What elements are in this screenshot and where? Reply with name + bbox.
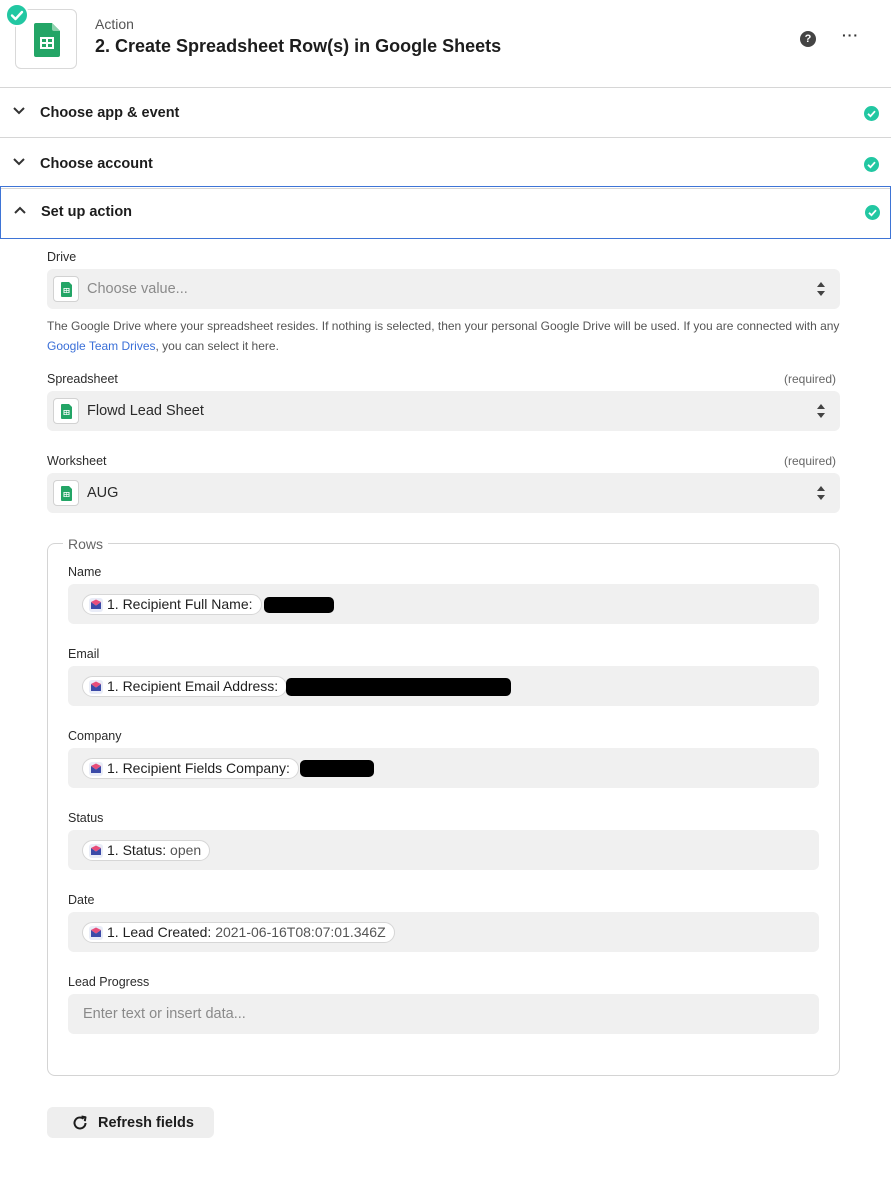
google-sheets-icon	[53, 398, 79, 424]
google-sheets-icon	[53, 480, 79, 506]
worksheet-select[interactable]: AUG	[47, 473, 840, 513]
google-sheets-icon	[34, 23, 60, 57]
worksheet-label: Worksheet	[47, 454, 107, 468]
section-set-up-action[interactable]: Set up action	[0, 186, 891, 239]
spreadsheet-select[interactable]: Flowd Lead Sheet	[47, 391, 840, 431]
lead-progress-placeholder: Enter text or insert data...	[83, 1006, 246, 1022]
drive-select[interactable]: Choose value...	[47, 269, 840, 309]
data-token-pill[interactable]: 1. Recipient Full Name:	[82, 594, 262, 615]
spreadsheet-required: (required)	[784, 372, 837, 386]
token-key: 1. Recipient Fields Company:	[107, 760, 290, 776]
refresh-fields-label: Refresh fields	[98, 1115, 194, 1131]
email-label: Email	[68, 647, 100, 661]
name-label: Name	[68, 565, 102, 579]
select-arrows-icon	[817, 486, 825, 500]
select-arrows-icon	[817, 282, 825, 296]
refresh-icon	[73, 1115, 87, 1130]
chevron-down-icon	[13, 158, 25, 166]
step-kicker: Action	[95, 16, 134, 32]
worksheet-required: (required)	[784, 454, 837, 468]
name-input[interactable]: 1. Recipient Full Name:	[68, 584, 819, 624]
check-circle-icon	[865, 205, 880, 220]
data-token-pill[interactable]: 1. Lead Created: 2021-06-16T08:07:01.346…	[82, 922, 395, 943]
chevron-down-icon	[13, 107, 25, 115]
check-circle-icon	[864, 106, 879, 121]
redaction-mark	[300, 760, 374, 777]
email-input[interactable]: 1. Recipient Email Address:	[68, 666, 819, 706]
section-label: Choose account	[40, 156, 153, 172]
step-title: 2. Create Spreadsheet Row(s) in Google S…	[95, 36, 502, 56]
spreadsheet-label: Spreadsheet	[47, 372, 118, 386]
date-label: Date	[68, 893, 95, 907]
google-sheets-icon	[53, 276, 79, 302]
more-horizontal-icon[interactable]: ···	[842, 27, 859, 43]
date-input[interactable]: 1. Lead Created: 2021-06-16T08:07:01.346…	[68, 912, 819, 952]
step-complete-check-icon	[5, 3, 29, 27]
token-value: 2021-06-16T08:07:01.346Z	[215, 924, 386, 940]
question-icon[interactable]: ?	[800, 31, 816, 47]
section-label: Set up action	[41, 204, 133, 220]
drive-helper-suffix: , you can select it here.	[155, 339, 279, 353]
refresh-fields-button[interactable]: Refresh fields	[47, 1107, 214, 1138]
drive-helper-text: The Google Drive where your spreadsheet …	[47, 316, 847, 356]
lead-progress-input[interactable]: Enter text or insert data...	[68, 994, 819, 1034]
section-choose-app-event[interactable]: Choose app & event	[0, 88, 891, 138]
lead-progress-label: Lead Progress	[68, 975, 150, 989]
step-header: Action 2. Create Spreadsheet Row(s) in G…	[0, 0, 891, 88]
lemlist-app-icon	[89, 762, 103, 776]
redaction-mark	[286, 678, 511, 696]
lemlist-app-icon	[89, 844, 103, 858]
redaction-mark	[264, 597, 334, 613]
company-label: Company	[68, 729, 122, 743]
status-input[interactable]: 1. Status: open	[68, 830, 819, 870]
select-arrows-icon	[817, 404, 825, 418]
token-key: 1. Recipient Email Address:	[107, 678, 279, 694]
drive-label: Drive	[47, 250, 77, 264]
data-token-pill[interactable]: 1. Recipient Fields Company:	[82, 758, 299, 779]
lemlist-app-icon	[89, 598, 103, 612]
rows-legend: Rows	[63, 536, 109, 552]
chevron-up-icon	[14, 206, 26, 214]
google-team-drives-link[interactable]: Google Team Drives	[47, 339, 156, 353]
token-key: 1. Lead Created:	[107, 924, 212, 940]
data-token-pill[interactable]: 1. Recipient Email Address:	[82, 676, 288, 697]
drive-helper-prefix: The Google Drive where your spreadsheet …	[47, 319, 840, 333]
company-input[interactable]: 1. Recipient Fields Company:	[68, 748, 819, 788]
drive-placeholder: Choose value...	[87, 281, 188, 297]
lemlist-app-icon	[89, 926, 103, 940]
data-token-pill[interactable]: 1. Status: open	[82, 840, 211, 861]
token-key: 1. Status:	[107, 842, 167, 858]
section-label: Choose app & event	[40, 105, 180, 121]
worksheet-value: AUG	[87, 485, 119, 501]
section-choose-account[interactable]: Choose account	[0, 139, 891, 189]
status-label: Status	[68, 811, 104, 825]
spreadsheet-value: Flowd Lead Sheet	[87, 403, 204, 419]
token-key: 1. Recipient Full Name:	[107, 596, 253, 612]
check-circle-icon	[864, 157, 879, 172]
token-value: open	[170, 842, 202, 858]
lemlist-app-icon	[89, 680, 103, 694]
